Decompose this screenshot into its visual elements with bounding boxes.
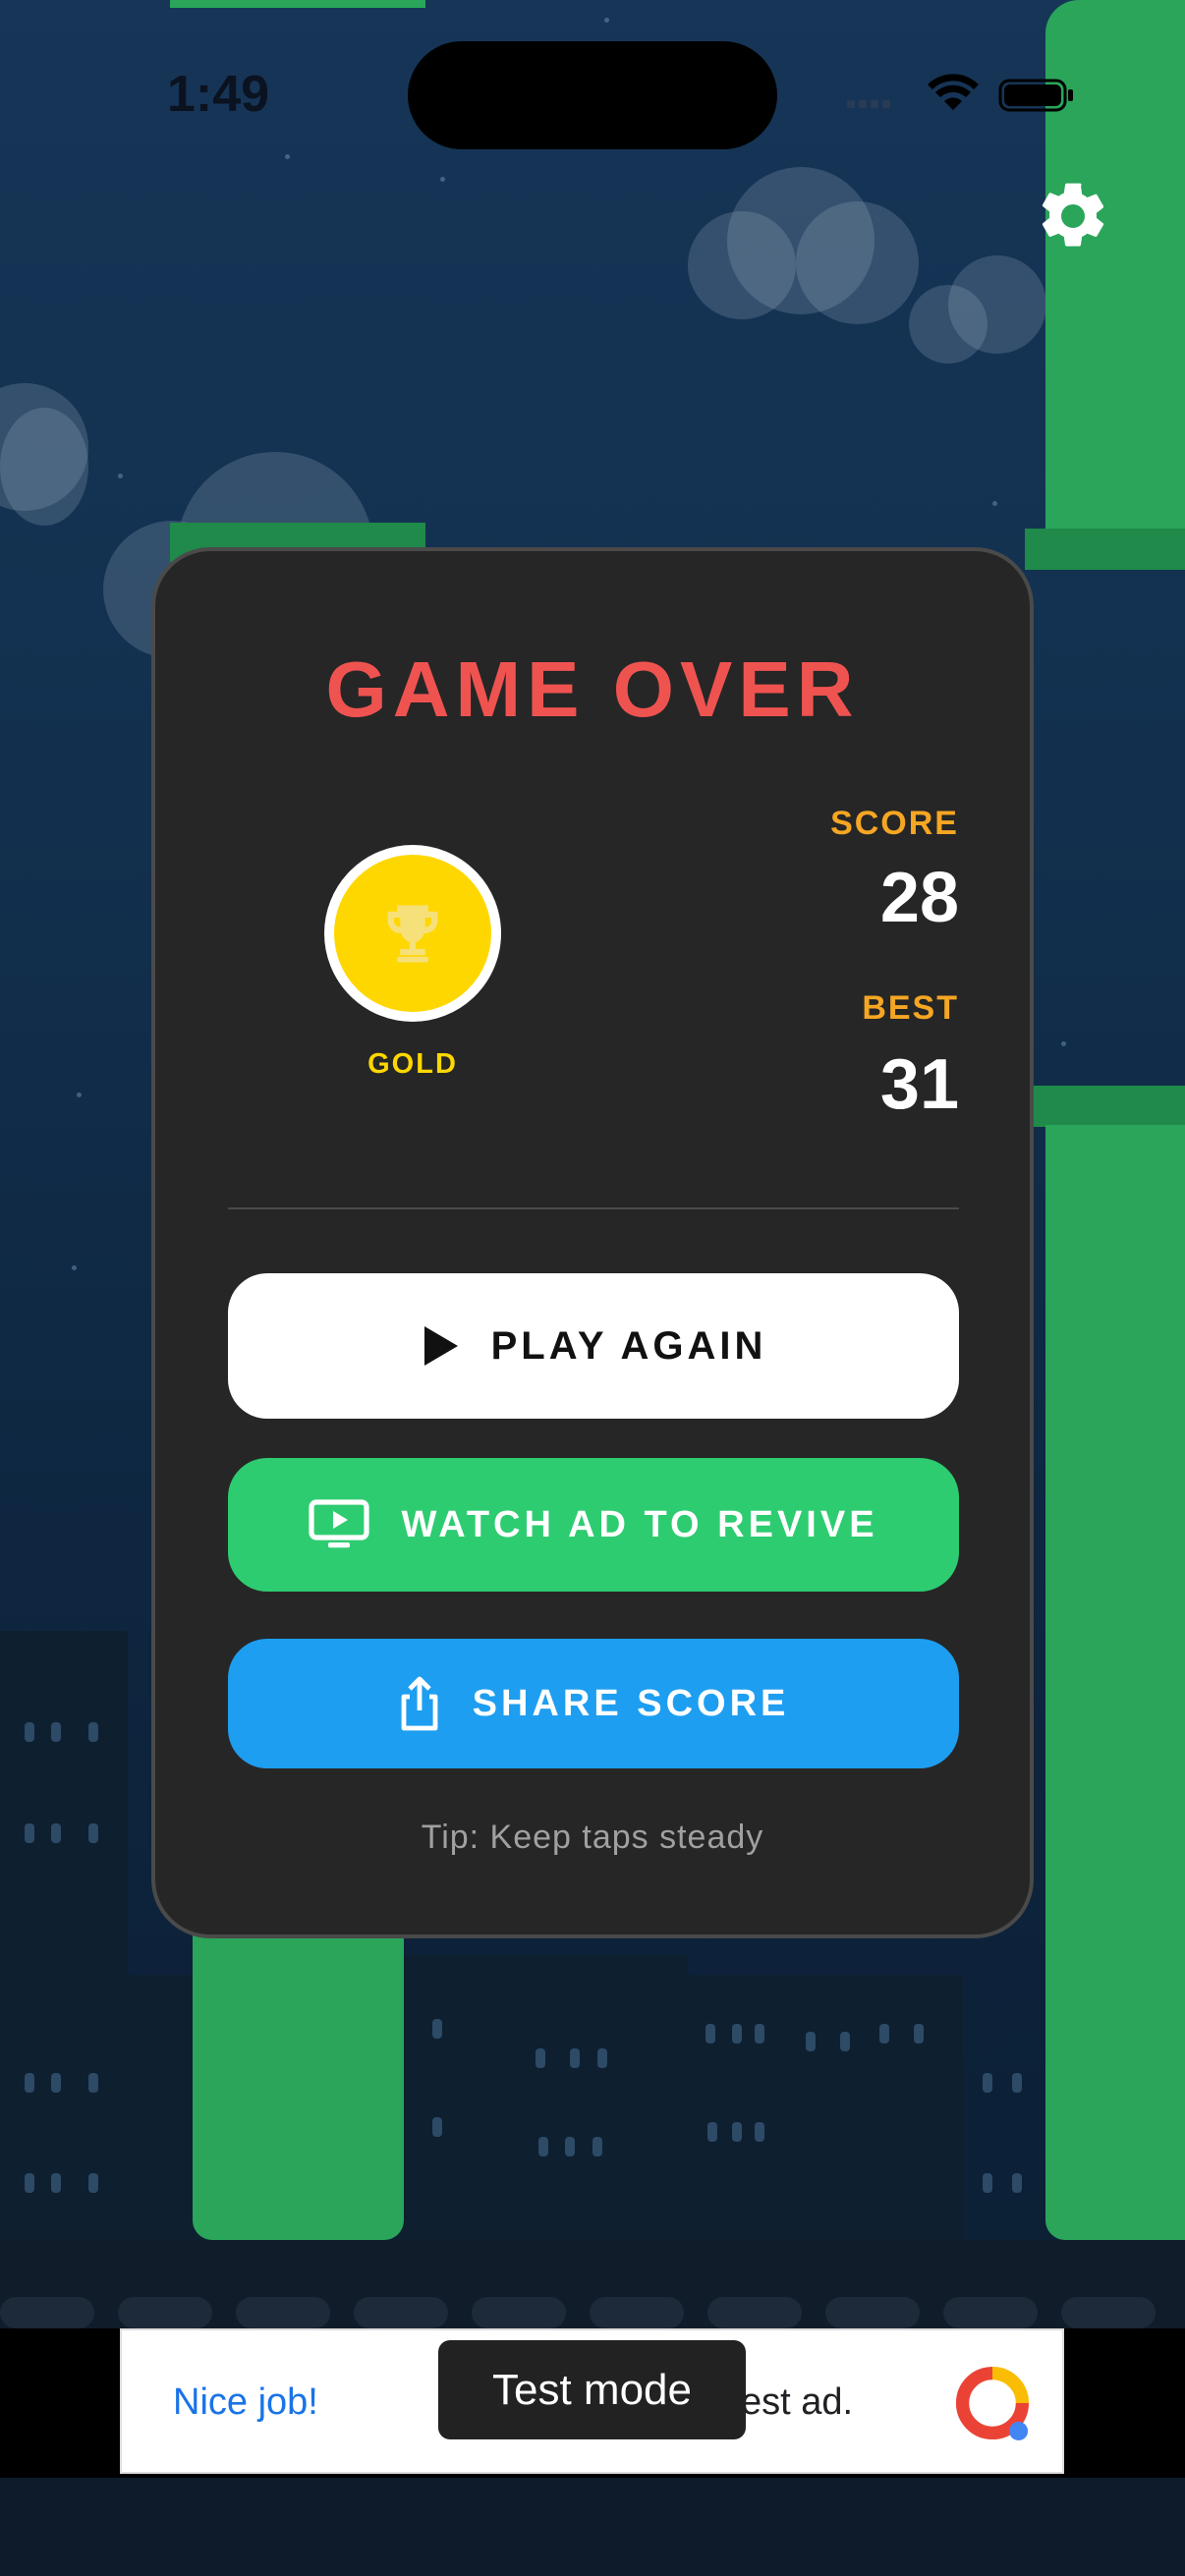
ad-headline: Nice job! [173,2381,318,2423]
test-mode-toast: Test mode [438,2340,746,2439]
pipe-cap [1025,529,1185,570]
share-score-label: SHARE SCORE [472,1682,790,1724]
divider [228,1207,959,1209]
best-value: 31 [879,1045,959,1124]
share-icon [401,1676,438,1731]
pipe-cap [1025,1086,1185,1127]
score-value: 28 [879,859,959,937]
watch-ad-button[interactable]: WATCH AD TO REVIVE [228,1458,959,1592]
pipe-bottom-right [1045,1125,1185,2240]
play-icon [423,1326,458,1366]
signal-icon [847,100,890,108]
status-time: 1:49 [167,66,270,123]
city-building [688,1975,963,2240]
wifi-icon [928,74,979,110]
ad-body-text: est ad. [741,2381,854,2423]
cloud [796,201,919,324]
score-label: SCORE [830,805,959,842]
play-again-button[interactable]: PLAY AGAIN [228,1273,959,1419]
bottom-strip [0,2478,1185,2576]
tv-play-icon [309,1499,370,1548]
play-again-label: PLAY AGAIN [490,1323,767,1368]
game-over-title: GAME OVER [325,645,860,733]
cloud [909,285,988,364]
trophy-icon [387,905,438,963]
settings-gear-icon[interactable] [1034,177,1112,255]
gold-medal [324,845,501,1022]
dynamic-island [408,41,777,149]
status-icons [847,74,1073,112]
game-over-card: GAME OVER GOLD SCORE 28 BEST 31 PLAY AGA… [151,547,1034,1938]
medal-label: GOLD [367,1048,458,1080]
city-building [393,1955,688,2240]
best-label: BEST [862,989,959,1027]
share-score-button[interactable]: SHARE SCORE [228,1639,959,1768]
tip-text: Tip: Keep taps steady [421,1819,764,1856]
pipe-bottom-left [193,1916,404,2240]
battery-icon [998,79,1073,112]
watch-ad-label: WATCH AD TO REVIVE [401,1503,878,1545]
ad-network-logo-icon [955,2366,1030,2440]
pipe-top-left [170,0,425,8]
cloud [0,408,88,526]
cloud [688,211,796,319]
city-building [0,1631,128,2240]
